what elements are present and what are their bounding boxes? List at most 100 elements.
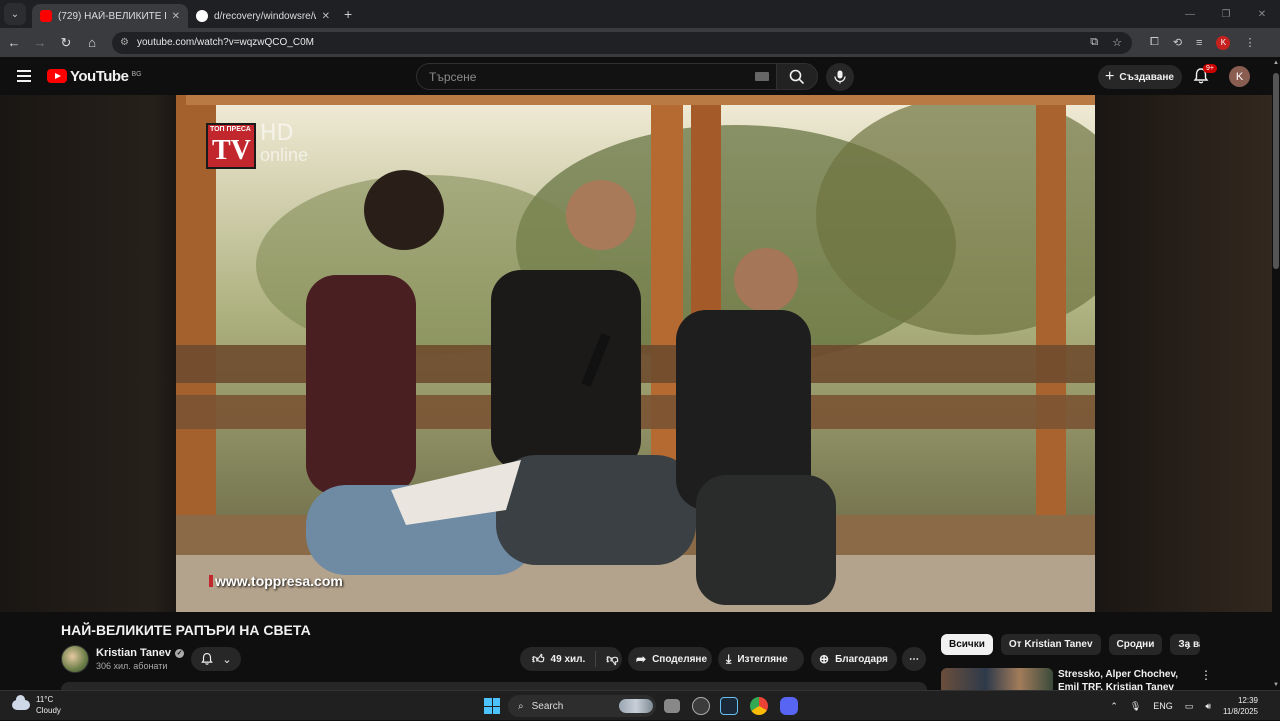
minimize-icon[interactable]: — [1172, 9, 1208, 20]
thanks-button[interactable]: ⊕ Благодаря [811, 647, 897, 671]
thumbs-up-icon: 👍︎ [532, 651, 545, 666]
history-icon[interactable]: ⟲ [1173, 36, 1182, 49]
search-button[interactable] [776, 63, 818, 90]
thumbs-down-icon: 👎︎ [606, 651, 619, 666]
watermark-logo: ТОП ПРЕСА TV [206, 123, 256, 169]
youtube-logo[interactable]: YouTube BG [47, 68, 142, 85]
tab-youtube[interactable]: (729) НАЙ-ВЕЛИКИТЕ РАПЪРИ ✕ [32, 4, 188, 28]
dislike-button[interactable]: 👎︎ [596, 652, 618, 667]
search-icon [789, 69, 805, 84]
recommendation-thumbnail[interactable] [941, 668, 1053, 690]
more-vertical-icon[interactable]: ⋮ [1200, 668, 1212, 682]
tab-recovery[interactable]: d/recovery/windowsre/winre.w ✕ [188, 4, 338, 28]
youtube-wordmark: YouTube [70, 67, 129, 85]
video-player[interactable]: ТОП ПРЕСА TV HD online www.toppresa.com [0, 95, 1272, 612]
steam-icon[interactable] [720, 697, 738, 715]
scroll-up-icon[interactable]: ▲ [1272, 60, 1280, 66]
new-tab-icon[interactable]: + [344, 6, 352, 22]
voice-search-button[interactable] [826, 63, 854, 91]
back-icon[interactable]: ← [2, 35, 26, 50]
taskbar-search-label: Search [531, 700, 564, 712]
menu-icon[interactable] [17, 70, 31, 82]
windows-taskbar: 11°C Cloudy ⌕ Search ⌃ 🎙︎ ENG ▭ 🔊︎ 12:39… [0, 690, 1280, 720]
home-icon[interactable]: ⌂ [80, 35, 104, 50]
weather-widget[interactable]: 11°C Cloudy [12, 694, 61, 716]
description-box[interactable] [61, 682, 927, 690]
more-actions-button[interactable]: ⋯ [902, 647, 926, 671]
microphone-icon [834, 70, 846, 84]
clock[interactable]: 12:39 11/8/2025 [1223, 695, 1258, 717]
more-horizontal-icon: ⋯ [909, 653, 919, 665]
recommendation-chips: Всички От Kristian Tanev Сродни За ва [941, 634, 1201, 655]
browser-tab-bar: ⌄ (729) НАЙ-ВЕЛИКИТЕ РАПЪРИ ✕ d/recovery… [0, 0, 1280, 28]
channel-name-row[interactable]: Kristian Tanev ✓ [96, 647, 184, 659]
chrome-icon[interactable] [750, 697, 768, 715]
app-icon-dark[interactable] [692, 697, 710, 715]
page-scrollbar[interactable]: ▲ ▼ [1272, 57, 1280, 690]
microphone-icon[interactable]: 🎙︎ [1130, 701, 1141, 712]
close-tab-icon[interactable]: ✕ [322, 11, 330, 22]
maximize-icon[interactable]: ❐ [1208, 9, 1244, 20]
watermark-tv: TV [212, 135, 251, 166]
address-bar[interactable]: ⚙ youtube.com/watch?v=wqzwQCO_C0M ⧉ ☆ [112, 31, 1132, 54]
cloud-icon [12, 695, 30, 710]
forward-icon[interactable]: → [28, 35, 52, 50]
like-button[interactable]: 👍︎ 49 хил. [520, 651, 597, 667]
system-tray: ⌃ 🎙︎ ENG ▭ 🔊︎ 12:39 11/8/2025 [1110, 691, 1280, 721]
extensions-icon[interactable]: ⧠ [1150, 36, 1159, 49]
volume-icon[interactable]: 🔊︎ [1205, 701, 1211, 712]
close-window-icon[interactable]: ✕ [1244, 9, 1280, 20]
youtube-play-icon [47, 69, 67, 83]
video-title: НАЙ-ВЕЛИКИТЕ РАПЪРИ НА СВЕТА [61, 622, 311, 638]
taskbar-search[interactable]: ⌕ Search [508, 695, 656, 717]
subscription-bell-button[interactable]: ⌄ [191, 647, 241, 671]
video-overlay-url: www.toppresa.com [209, 573, 343, 589]
reload-icon[interactable]: ↻ [54, 35, 78, 51]
channel-avatar[interactable] [61, 645, 89, 673]
discord-icon[interactable] [780, 697, 798, 715]
notifications-button[interactable]: 9+ [1192, 64, 1217, 87]
window-controls: — ❐ ✕ [1172, 0, 1280, 28]
account-avatar[interactable]: K [1229, 66, 1250, 87]
youtube-favicon-icon [40, 10, 52, 22]
notification-badge: 9+ [1203, 64, 1217, 73]
temperature: 11°C [36, 695, 54, 704]
chip-from-channel[interactable]: От Kristian Tanev [1000, 634, 1101, 655]
windows-start-icon[interactable] [484, 698, 500, 714]
chevron-up-icon[interactable]: ⌃ [1110, 701, 1118, 712]
recommendation-title[interactable]: Stressko, Alper Chochev, Emil TRF, Krist… [1058, 668, 1192, 690]
task-view-icon[interactable] [664, 699, 680, 713]
chip-related[interactable]: Сродни [1108, 634, 1163, 655]
watermark-top: ТОП ПРЕСА [210, 126, 251, 133]
close-tab-icon[interactable]: ✕ [172, 11, 180, 22]
bookmark-star-icon[interactable]: ☆ [1112, 36, 1122, 49]
keyboard-icon[interactable] [755, 72, 769, 81]
language-indicator[interactable]: ENG [1153, 701, 1173, 711]
subscriber-count: 306 хил. абонати [96, 661, 168, 671]
chevron-right-icon[interactable]: › [1186, 637, 1191, 653]
video-frame[interactable]: ТОП ПРЕСА TV HD online www.toppresa.com [176, 95, 1095, 612]
chevron-down-icon: ⌄ [222, 653, 232, 666]
site-info-icon[interactable]: ⚙ [120, 37, 129, 48]
date: 11/8/2025 [1223, 707, 1258, 716]
chip-all[interactable]: Всички [941, 634, 993, 655]
like-dislike-group: 👍︎ 49 хил. 👎︎ [520, 647, 622, 671]
install-app-icon[interactable]: ⧉ [1090, 36, 1098, 49]
share-button[interactable]: ➦ Споделяне [628, 647, 712, 671]
browser-menu-icon[interactable]: ⋮ [1244, 36, 1255, 49]
tab-search-button[interactable]: ⌄ [4, 3, 26, 25]
channel-name[interactable]: Kristian Tanev [96, 647, 171, 659]
search-input[interactable]: Търсене [416, 63, 778, 90]
download-button[interactable]: ⤓ Изтегляне [718, 647, 804, 671]
scrollbar-thumb[interactable] [1273, 73, 1279, 269]
like-count: 49 хил. [550, 653, 586, 665]
google-favicon-icon [196, 10, 208, 22]
watermark-hd: HD [260, 121, 294, 146]
search-icon: ⌕ [518, 700, 524, 712]
media-control-icon[interactable]: ≡ [1196, 37, 1202, 49]
scroll-down-icon[interactable]: ▼ [1272, 682, 1280, 688]
create-button[interactable]: + Създаване [1098, 65, 1182, 89]
thanks-label: Благодаря [835, 653, 888, 665]
profile-avatar[interactable]: K [1216, 35, 1231, 50]
network-icon[interactable]: ▭ [1185, 701, 1194, 712]
